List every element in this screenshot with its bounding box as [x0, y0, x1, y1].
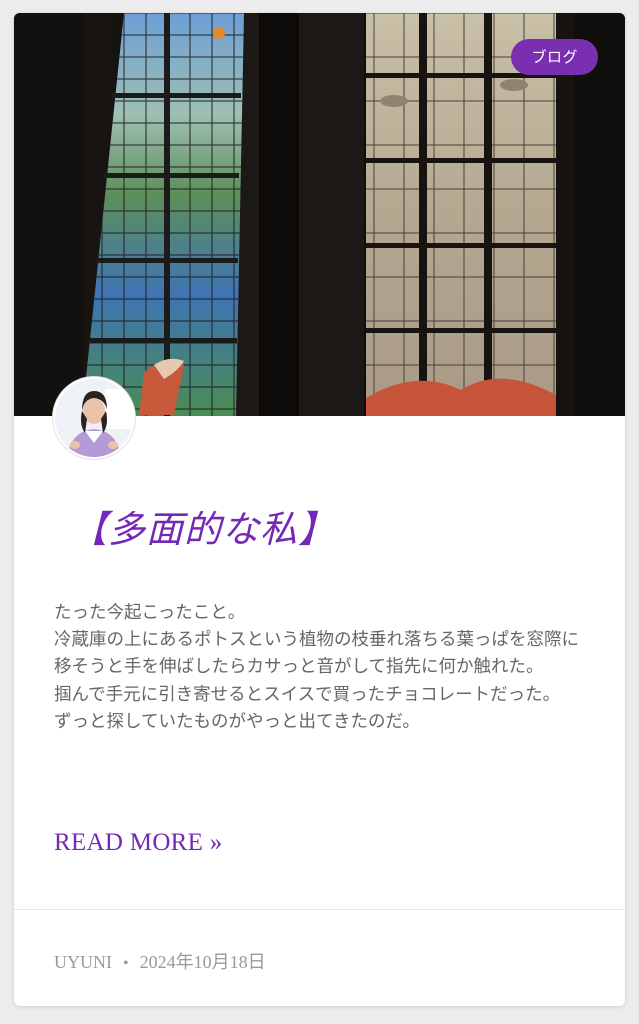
card-divider [14, 909, 625, 910]
excerpt-line: たった今起こったこと。 [54, 603, 246, 623]
post-title[interactable]: 【多面的な私】 [70, 499, 336, 553]
excerpt-line: 冷蔵庫の上にあるポトスという植物の枝垂れ落ちる葉っぱを窓際に移そうと手を伸ばした… [54, 630, 579, 678]
post-excerpt: たった今起こったこと。 冷蔵庫の上にあるポトスという植物の枝垂れ落ちる葉っぱを窓… [54, 600, 589, 736]
featured-image[interactable]: ブログ [14, 13, 625, 416]
excerpt-line: 掴んで手元に引き寄せるとスイスで買ったチョコレートだった。 [54, 684, 561, 705]
excerpt-line: ずっと探していたものがやっと出てきたのだ。 [54, 711, 420, 732]
author-avatar-image [55, 379, 133, 457]
read-more-link[interactable]: READ MORE » [54, 829, 223, 857]
author-avatar[interactable] [53, 377, 135, 459]
category-badge[interactable]: ブログ [511, 39, 598, 75]
post-date: 2024年10月18日 [139, 952, 266, 972]
post-meta: UYUNI • 2024年10月18日 [54, 948, 266, 974]
meta-separator: • [123, 955, 129, 972]
post-author[interactable]: UYUNI [54, 952, 112, 972]
post-card: ブログ 【多面的な私】 たった今起こったこと。 冷蔵庫の上にあるポトスという植物… [14, 13, 625, 1006]
